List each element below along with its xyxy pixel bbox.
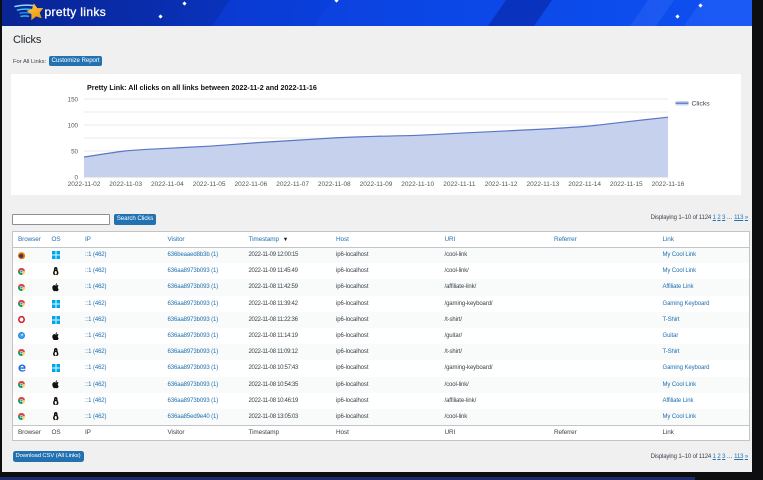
svg-text:2022-11-08: 2022-11-08 [318,181,351,188]
svg-text:2022-11-16: 2022-11-16 [652,181,685,188]
svg-text:150: 150 [68,97,79,104]
svg-text:2022-11-11: 2022-11-11 [443,181,476,188]
svg-text:2022-11-14: 2022-11-14 [568,181,601,188]
svg-text:2022-11-02: 2022-11-02 [68,181,101,188]
svg-text:2022-11-03: 2022-11-03 [109,181,142,188]
svg-text:Clicks: Clicks [692,101,711,108]
svg-text:Pretty Link: All clicks on all: Pretty Link: All clicks on all links bet… [87,83,317,92]
svg-text:2022-11-12: 2022-11-12 [485,181,518,188]
svg-text:2022-11-06: 2022-11-06 [235,181,268,188]
svg-text:2022-11-15: 2022-11-15 [610,181,643,188]
svg-text:2022-11-04: 2022-11-04 [151,181,184,188]
svg-text:50: 50 [71,149,78,156]
svg-text:2022-11-10: 2022-11-10 [401,181,434,188]
svg-text:2022-11-07: 2022-11-07 [276,181,309,188]
svg-text:2022-11-05: 2022-11-05 [193,181,226,188]
svg-text:2022-11-13: 2022-11-13 [527,181,560,188]
svg-text:2022-11-09: 2022-11-09 [360,181,393,188]
svg-text:100: 100 [68,123,79,130]
